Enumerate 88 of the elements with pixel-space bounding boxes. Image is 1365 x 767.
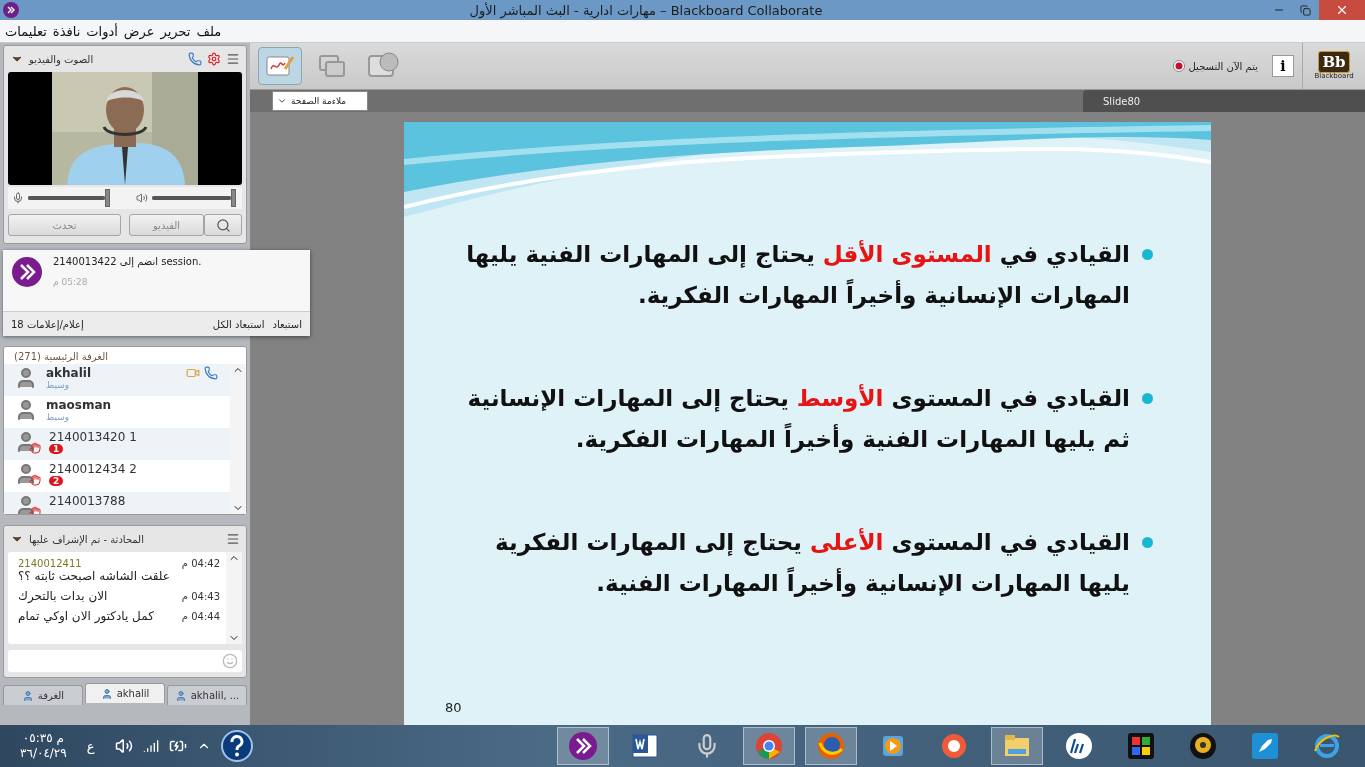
- settings-icon[interactable]: [207, 52, 221, 66]
- notification-time: 05:28 م: [53, 277, 88, 287]
- notification-message: 2140013422 انضم إلى session.: [53, 256, 203, 267]
- person-icon: [21, 689, 34, 702]
- scrollbar[interactable]: [230, 364, 246, 514]
- volume-icon[interactable]: [114, 737, 133, 755]
- clock-date: ٣٦/٠٤/٢٩: [20, 746, 67, 761]
- help-icon[interactable]: [220, 730, 253, 762]
- menu-item[interactable]: تحرير: [157, 23, 194, 39]
- chat-sender: 2140012411: [18, 558, 82, 569]
- bullet-icon: [1142, 249, 1153, 260]
- recording-status: يتم الآن التسجيل: [1188, 60, 1258, 72]
- page-number: 80: [445, 700, 462, 715]
- taskbar-app[interactable]: [557, 727, 609, 765]
- participant-row[interactable]: 2140013788: [4, 492, 230, 514]
- whiteboard-icon: [265, 53, 295, 79]
- preview-button[interactable]: [204, 214, 242, 236]
- bullet-text: القيادي في المستوى الأوسط يحتاج إلى المهارات الإنسانية ثم يليها المهارات الفنية وأخيراً المهارات الفكرية.: [466, 383, 1130, 455]
- bullet-text: القيادي في المستوى الأعلى يحتاج إلى المهارات الفكرية يليها المهارات الإنسانية وأخيراً المهارات الفنية.: [494, 527, 1130, 599]
- chat-time: 04:43 م: [181, 590, 220, 602]
- panel-title: الصوت والفيديو: [29, 53, 94, 65]
- menu-item[interactable]: تعليمات: [2, 23, 50, 39]
- participant-name: maosman: [46, 398, 113, 412]
- phone-icon[interactable]: [188, 52, 202, 66]
- search-icon: [215, 217, 231, 233]
- phone-icon: [204, 366, 218, 380]
- windows-icon: [317, 53, 347, 79]
- slide-tab[interactable]: Slide80: [1083, 90, 1365, 112]
- camera-icon: [186, 366, 200, 380]
- chrome-icon: [754, 731, 784, 761]
- person-icon: [100, 687, 113, 700]
- menu-icon[interactable]: [226, 532, 240, 546]
- menu-item[interactable]: نافذة: [49, 23, 84, 39]
- language-indicator[interactable]: ع: [86, 738, 95, 754]
- zoom-dropdown[interactable]: ملاءمة الصفحة: [272, 91, 368, 111]
- room-tab[interactable]: akhalil: [85, 683, 165, 703]
- room-title: (271) الغرفة الرئيسية: [13, 350, 109, 364]
- chevrons-icon: [568, 731, 598, 761]
- panel-title: المحادثة - تم الإشراف عليها: [29, 533, 144, 545]
- hand-count: 2: [49, 476, 64, 486]
- tool-button[interactable]: [258, 47, 302, 85]
- bullet-text: القيادي في المستوى الأقل يحتاج إلى المهارات الفنية يليها المهارات الإنسانية وأخيراً المهارات الفكرية.: [465, 239, 1130, 311]
- puzzle-icon: [1126, 731, 1156, 761]
- close-icon: [1335, 3, 1349, 17]
- menu-item[interactable]: ملف: [193, 23, 225, 39]
- participant-name: 2140012434 2: [49, 462, 138, 476]
- fox-globe-icon: [816, 731, 846, 761]
- restore-icon: [1300, 4, 1311, 16]
- circle-logo-icon: [1064, 731, 1094, 761]
- webcam-icon: [1188, 731, 1218, 761]
- bullet-icon: [1142, 537, 1153, 548]
- room-tab[interactable]: الغرفة: [3, 685, 83, 705]
- scrollbar[interactable]: [226, 552, 242, 644]
- speaker-icon: [136, 192, 148, 204]
- participant-name: 2140013420 1: [49, 430, 138, 444]
- dismiss-all-link[interactable]: استبعاد الكل: [212, 318, 265, 330]
- chat-time: 04:44 م: [181, 610, 220, 622]
- menu-item[interactable]: عرض: [120, 23, 158, 39]
- document-icon: [630, 731, 660, 761]
- participant-name: 2140013788: [49, 494, 127, 508]
- chat-message: كمل يادكتور الان اوكي تمام: [18, 609, 154, 623]
- participant-role: وسيط: [46, 412, 71, 422]
- participant-role: وسيط: [46, 380, 71, 390]
- slider-thumb[interactable]: [231, 189, 237, 207]
- notification-count: 18 إعلام/إعلامات: [11, 318, 84, 330]
- person-icon: [174, 689, 187, 702]
- participant-row[interactable]: 2140013420 1 1: [4, 428, 230, 460]
- clock-time: م ٠٥:٣٥: [22, 731, 64, 746]
- e-globe-icon: [1312, 731, 1342, 761]
- slider-thumb[interactable]: [104, 189, 110, 207]
- dismiss-link[interactable]: استبعاد: [272, 318, 302, 330]
- window-title: مهارات ادارية - البث المباشر الأول – Blackboard Collaborate: [468, 2, 824, 18]
- bullet-icon: [1142, 393, 1153, 404]
- caret-icon: [277, 96, 287, 106]
- chat-message: علقت الشاشه اصبحت ثابته ؟؟: [18, 569, 170, 583]
- chat-time: 04:42 م: [181, 558, 220, 569]
- room-tab[interactable]: akhalil, ...: [167, 685, 247, 705]
- signal-icon[interactable]: [142, 738, 159, 754]
- participant-name: akhalil: [46, 366, 93, 380]
- chat-message: الان بدات بالتحرك: [18, 589, 108, 603]
- hand-count: 1: [49, 444, 64, 454]
- microphone-icon: [12, 192, 24, 204]
- chat-input-field[interactable]: [8, 650, 242, 672]
- menu-icon[interactable]: [226, 52, 240, 66]
- info-button[interactable]: i: [1272, 55, 1294, 77]
- chevrons-icon: [11, 256, 43, 288]
- rocket-icon: [1250, 731, 1280, 761]
- menu-item[interactable]: أدوات: [83, 23, 121, 39]
